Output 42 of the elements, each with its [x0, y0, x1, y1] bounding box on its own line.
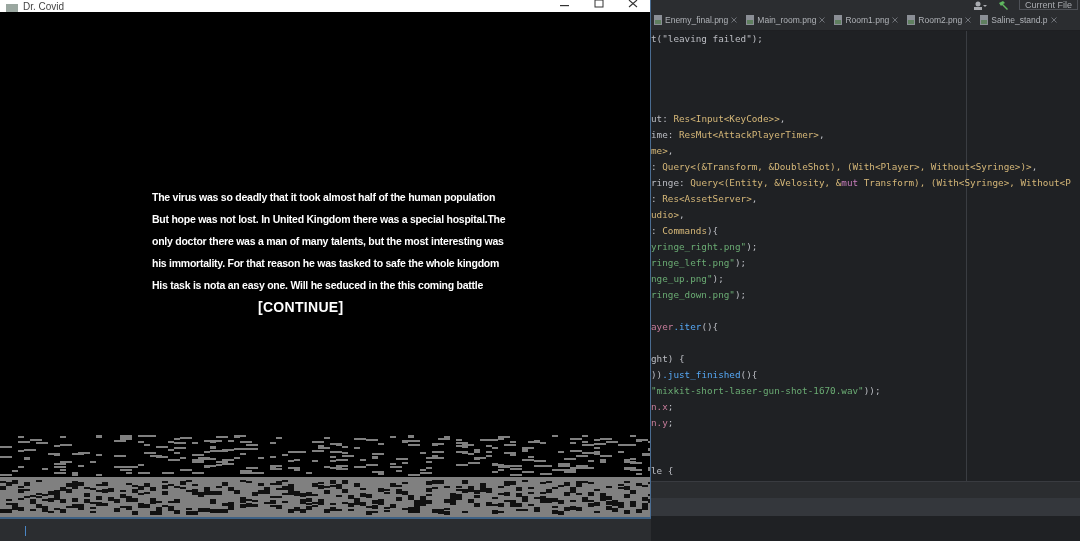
user-icon[interactable] [973, 1, 987, 10]
story-text: His task is nota an easy one. Will he seduced in the this coming battle [152, 278, 485, 293]
story-text: only doctor there was a man of many talents, but the most interesting was [152, 234, 505, 249]
code-line: ringe_down.png"); [651, 289, 747, 300]
story-text: But hope was not lost. In United Kingdom there was a special hospital.The [152, 212, 507, 227]
code-line: : Res<AssetServer>, [651, 193, 758, 204]
code-line: ght) { [651, 353, 685, 364]
code-line: le { [651, 465, 674, 476]
code-line: ime: ResMut<AttackPlayerTimer>, [651, 129, 825, 140]
continue-button[interactable]: [CONTINUE] [258, 299, 344, 315]
editor-tab[interactable]: Room1.png [832, 13, 901, 27]
code-line: ut: Res<Input<KeyCode>>, [651, 113, 786, 124]
text-cursor [25, 526, 26, 536]
editor-tab[interactable]: Saline_stand.p [978, 13, 1059, 27]
code-line: )).just_finished(){ [651, 369, 758, 380]
code-line: udio>, [651, 209, 685, 220]
code-line: ringe: Query<(Entity, &Velosity, &mut Transform), (With<Syringe>, Without<P [651, 177, 1071, 188]
editor-tab[interactable]: Main_room.png [744, 13, 828, 27]
image-file-icon [980, 15, 989, 25]
code-line: yringe_right.png"); [651, 241, 758, 252]
story-text: The virus was so deadly that it took almost half of the human population [152, 190, 497, 205]
image-file-icon [654, 15, 662, 25]
image-file-icon [907, 15, 916, 25]
code-line: ringe_left.png"); [651, 257, 747, 268]
code-line: ayer.iter(){ [651, 321, 719, 332]
story-text: his immortality. For that reason he was tasked to safe the whole kingdom [152, 256, 501, 271]
code-line: n.y; [651, 417, 674, 428]
code-line: "mixkit-short-laser-gun-shot-1670.wav")); [651, 385, 881, 396]
app-icon [6, 4, 18, 12]
editor-tab[interactable]: Room2.png [905, 13, 974, 27]
image-file-icon [746, 15, 755, 25]
code-line: me>, [651, 145, 674, 156]
hammer-icon[interactable] [997, 1, 1009, 10]
window-title: Dr. Covid [23, 2, 65, 12]
image-file-icon [834, 15, 843, 25]
code-line: t("leaving failed"); [651, 33, 763, 44]
code-line: nge_up.png"); [651, 273, 724, 284]
code-line: n.x; [651, 401, 674, 412]
editor-tab[interactable]: Enemy_final.png [652, 13, 740, 27]
code-line: : Commands){ [651, 225, 719, 236]
code-line: : Query<(&Transform, &DoubleShot), (With<Player>, Without<Syringe>)>, [651, 161, 1038, 172]
code-editor[interactable] [651, 31, 1080, 541]
